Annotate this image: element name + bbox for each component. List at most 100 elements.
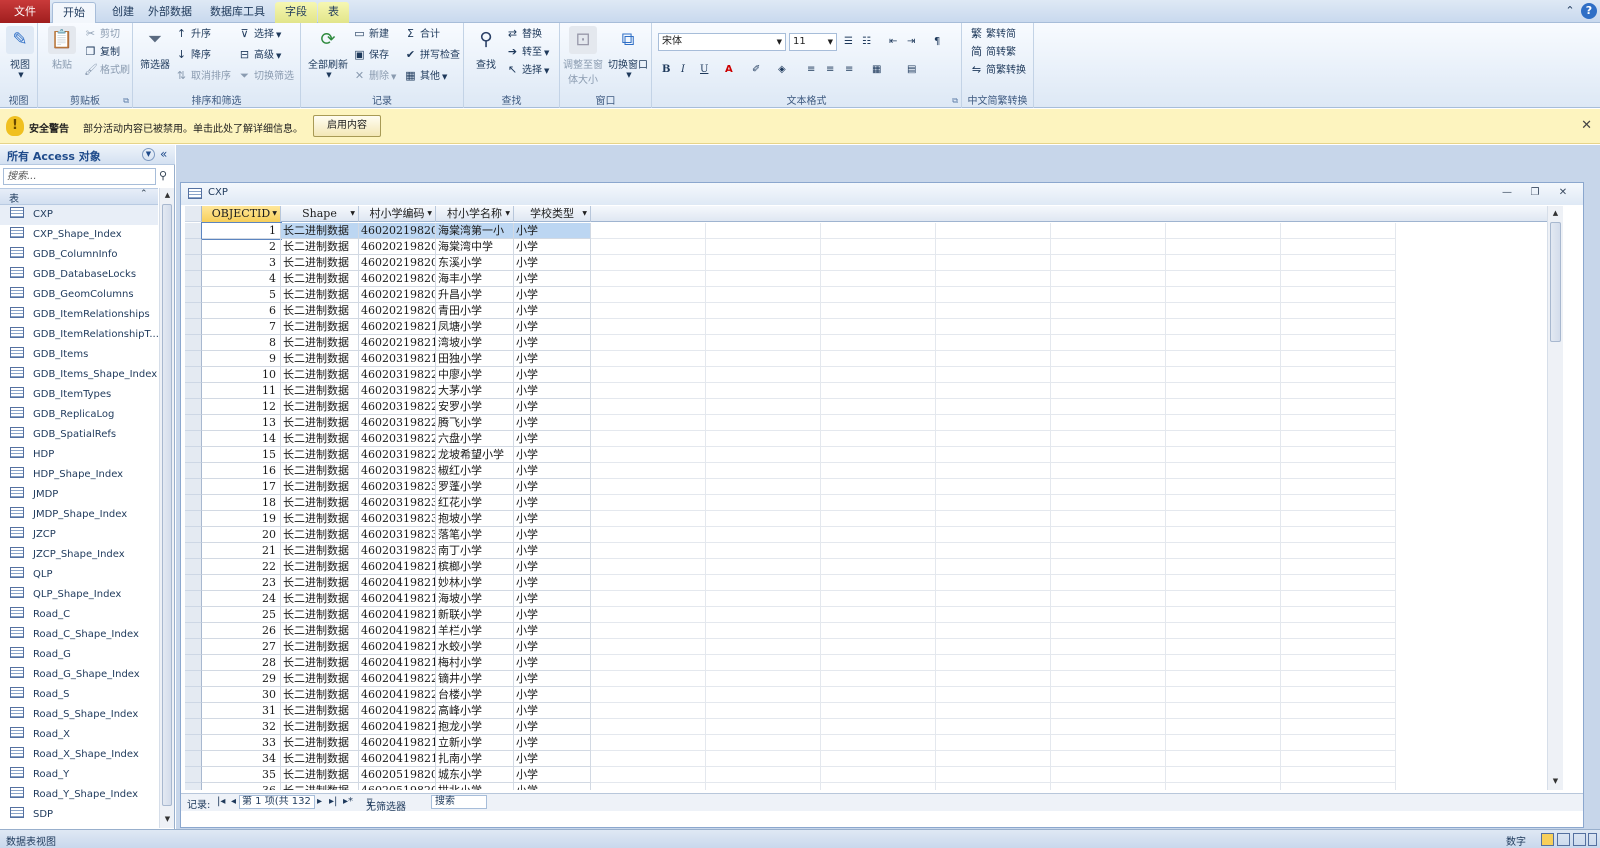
table-cell[interactable]: 长二进制数据 [281,271,359,287]
table-cell[interactable]: 22 [202,559,281,575]
chevron-down-icon[interactable]: ▼ [427,206,432,222]
find-button[interactable]: ⚲ 查找 [466,26,506,71]
sort-ascending-button[interactable]: ↑ 升序 [175,25,211,43]
shutter-bar-collapse-icon[interactable]: « [160,147,167,161]
table-cell[interactable]: 青田小学 [436,303,514,319]
row-selector[interactable] [185,399,202,415]
design-view-icon[interactable] [1588,833,1597,846]
row-selector[interactable] [185,719,202,735]
row-selector[interactable] [185,559,202,575]
table-cell[interactable]: 升昌小学 [436,287,514,303]
table-cell[interactable]: 小学 [514,543,591,559]
table-cell[interactable]: 长二进制数据 [281,543,359,559]
table-cell[interactable]: 立新小学 [436,735,514,751]
table-cell[interactable]: 46020219820 [359,271,436,287]
row-selector[interactable] [185,303,202,319]
table-cell[interactable]: 小学 [514,767,591,783]
help-icon[interactable]: ? [1581,3,1597,19]
table-cell[interactable]: 椒红小学 [436,463,514,479]
row-selector[interactable] [185,735,202,751]
table-cell[interactable]: 梅村小学 [436,655,514,671]
nav-item[interactable]: Road_X_Shape_Index [0,745,158,765]
table-cell[interactable]: 14 [202,431,281,447]
scroll-up-icon[interactable]: ▲ [161,189,174,202]
table-cell[interactable]: 大茅小学 [436,383,514,399]
table-cell[interactable]: 长二进制数据 [281,351,359,367]
row-selector[interactable] [185,767,202,783]
nav-item[interactable]: JZCP_Shape_Index [0,545,158,565]
table-cell[interactable]: 46020219821 [359,335,436,351]
table-cell[interactable]: 城东小学 [436,767,514,783]
table-cell[interactable]: 长二进制数据 [281,495,359,511]
row-selector[interactable] [185,575,202,591]
restore-icon[interactable]: ❐ [1526,185,1544,201]
pivot-chart-view-icon[interactable] [1573,833,1586,846]
table-cell[interactable]: 小学 [514,559,591,575]
row-selector[interactable] [185,671,202,687]
table-cell[interactable]: 小学 [514,495,591,511]
row-selector[interactable] [185,511,202,527]
table-cell[interactable]: 32 [202,719,281,735]
table-cell[interactable]: 46020219820 [359,223,436,239]
nav-pane-header[interactable]: 所有 Access 对象 ▼ « [0,145,175,165]
table-cell[interactable]: 小学 [514,527,591,543]
row-selector[interactable] [185,623,202,639]
previous-record-icon[interactable]: ◂ [231,796,236,807]
table-cell[interactable]: 红花小学 [436,495,514,511]
table-cell[interactable]: 小学 [514,463,591,479]
table-cell[interactable]: 35 [202,767,281,783]
row-selector[interactable] [185,479,202,495]
table-cell[interactable]: 小学 [514,367,591,383]
datasheet-view-icon[interactable] [1541,833,1554,846]
table-cell[interactable]: 27 [202,639,281,655]
font-size-select[interactable]: 11 ▼ [789,33,837,51]
scroll-up-icon[interactable]: ▲ [1549,207,1562,220]
row-selector[interactable] [185,223,202,239]
row-selector[interactable] [185,639,202,655]
table-cell[interactable]: 新联小学 [436,607,514,623]
table-cell[interactable]: 3 [202,255,281,271]
align-left-icon[interactable]: ≡ [807,61,815,79]
nav-item[interactable]: HDP_Shape_Index [0,465,158,485]
row-selector[interactable] [185,703,202,719]
row-selector[interactable] [185,335,202,351]
table-cell[interactable]: 南丁小学 [436,543,514,559]
table-cell[interactable]: 长二进制数据 [281,623,359,639]
table-cell[interactable]: 高峰小学 [436,703,514,719]
table-cell[interactable]: 46020419822 [359,703,436,719]
table-cell[interactable]: 长二进制数据 [281,767,359,783]
table-cell[interactable]: 46020319823 [359,495,436,511]
table-cell[interactable]: 46020519820 [359,783,436,790]
table-cell[interactable]: 海棠湾中学 [436,239,514,255]
copy-button[interactable]: ❐ 复制 [84,43,120,61]
sort-descending-button[interactable]: ↓ 降序 [175,46,211,64]
table-cell[interactable]: 羊栏小学 [436,623,514,639]
chevron-down-icon[interactable]: ▼ [505,206,510,222]
text-format-launcher-icon[interactable]: ⧉ [952,96,958,106]
pivot-table-view-icon[interactable] [1557,833,1570,846]
table-cell[interactable]: 46020419822 [359,671,436,687]
table-cell[interactable]: 小学 [514,335,591,351]
table-cell[interactable]: 长二进制数据 [281,703,359,719]
table-cell[interactable]: 罗蓬小学 [436,479,514,495]
clipboard-launcher-icon[interactable]: ⧉ [123,96,129,106]
table-cell[interactable]: 5 [202,287,281,303]
align-center-icon[interactable]: ≡ [826,61,834,79]
table-cell[interactable]: 小学 [514,607,591,623]
table-cell[interactable]: 长二进制数据 [281,399,359,415]
table-cell[interactable]: 10 [202,367,281,383]
nav-item[interactable]: Road_G [0,645,158,665]
nav-item[interactable]: GDB_GeomColumns [0,285,158,305]
nav-item[interactable]: Road_Y_Shape_Index [0,785,158,805]
table-cell[interactable]: 长二进制数据 [281,479,359,495]
table-cell[interactable]: 46020319823 [359,527,436,543]
table-cell[interactable]: 长二进制数据 [281,575,359,591]
alternate-row-color-icon[interactable]: ▤ [907,61,916,79]
table-cell[interactable]: 腾飞小学 [436,415,514,431]
table-cell[interactable]: 小学 [514,351,591,367]
table-cell[interactable]: 小学 [514,687,591,703]
table-cell[interactable]: 46020319822 [359,447,436,463]
nav-item[interactable]: GDB_SpatialRefs [0,425,158,445]
table-cell[interactable]: 46020219821 [359,319,436,335]
row-selector[interactable] [185,319,202,335]
